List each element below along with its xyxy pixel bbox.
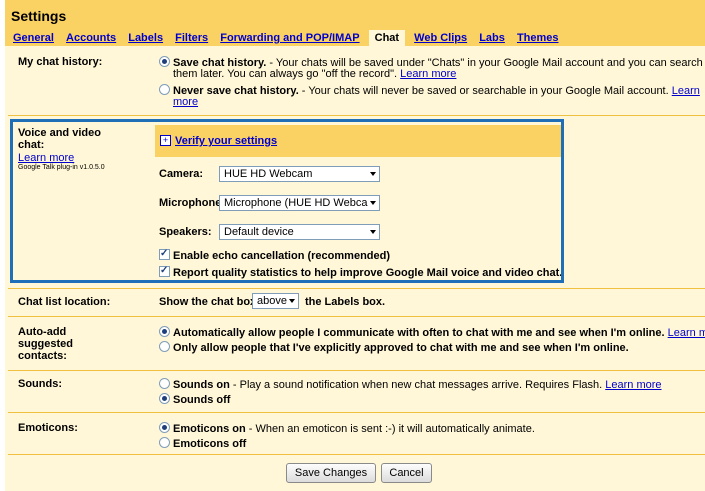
page-title: Settings xyxy=(11,8,67,24)
tab-general[interactable]: General xyxy=(13,32,54,44)
autoadd-only-label: Only allow people that I've explicitly a… xyxy=(173,342,629,354)
divider xyxy=(8,370,705,371)
autoadd-auto-radio[interactable] xyxy=(159,326,170,337)
settings-header: Settings General Accounts Labels Filters… xyxy=(5,0,705,49)
emoticons-off-label: Emoticons off xyxy=(173,438,247,450)
autoadd-only-radio[interactable] xyxy=(159,341,170,352)
never-save-learn-link-2[interactable]: more xyxy=(173,96,198,108)
emoticons-on-desc: - When an emoticon is sent :-) it will a… xyxy=(245,423,535,435)
voice-highlight-box xyxy=(10,119,564,283)
autoadd-label: Auto-add suggested contacts: xyxy=(18,326,73,362)
chatlist-prefix: Show the chat box xyxy=(159,296,257,308)
divider xyxy=(8,316,705,317)
chatlist-label: Chat list location: xyxy=(18,296,111,308)
tab-themes[interactable]: Themes xyxy=(517,32,559,44)
never-save-radio[interactable] xyxy=(159,84,170,95)
tab-labs[interactable]: Labs xyxy=(479,32,505,44)
autoadd-label-line1: Auto-add xyxy=(18,326,67,338)
sounds-learn-more-link[interactable]: Learn more xyxy=(605,379,661,391)
divider xyxy=(8,288,705,289)
autoadd-label-line2: suggested xyxy=(18,338,74,350)
never-save-option[interactable]: Never save chat history. - Your chats wi… xyxy=(159,84,700,97)
never-save-learn-link[interactable]: Learn xyxy=(672,85,700,97)
autoadd-auto-option[interactable]: Automatically allow people I communicate… xyxy=(159,326,705,339)
tab-accounts[interactable]: Accounts xyxy=(66,32,116,44)
cancel-button[interactable]: Cancel xyxy=(381,463,432,483)
autoadd-learn-more-link[interactable]: Learn more xyxy=(668,327,705,339)
divider xyxy=(8,454,705,455)
autoadd-label-line3: contacts: xyxy=(18,350,67,362)
never-save-desc: - Your chats will never be saved or sear… xyxy=(298,85,672,97)
tab-labels[interactable]: Labels xyxy=(128,32,163,44)
tab-forwarding[interactable]: Forwarding and POP/IMAP xyxy=(220,32,359,44)
emoticons-off-radio[interactable] xyxy=(159,437,170,448)
sounds-off-option[interactable]: Sounds off xyxy=(159,393,230,406)
sounds-on-radio[interactable] xyxy=(159,378,170,389)
never-save-learn-cont: more xyxy=(173,96,198,108)
save-history-radio[interactable] xyxy=(159,56,170,67)
chatlist-suffix: the Labels box. xyxy=(305,296,386,308)
autoadd-only-option[interactable]: Only allow people that I've explicitly a… xyxy=(159,341,629,354)
tab-filters[interactable]: Filters xyxy=(175,32,208,44)
save-history-desc-cont: them later. You can always go "off the r… xyxy=(173,68,401,80)
emoticons-label: Emoticons: xyxy=(18,422,78,434)
settings-page: Settings General Accounts Labels Filters… xyxy=(0,0,705,491)
emoticons-on-title: Emoticons on xyxy=(173,423,246,435)
sounds-off-radio[interactable] xyxy=(159,393,170,404)
chatlist-select[interactable]: above xyxy=(252,293,299,309)
autoadd-auto-label: Automatically allow people I communicate… xyxy=(173,327,665,339)
tab-web-clips[interactable]: Web Clips xyxy=(414,32,467,44)
save-history-desc-2: them later. You can always go "off the r… xyxy=(173,68,456,80)
divider xyxy=(8,115,705,116)
history-learn-more-link[interactable]: Learn more xyxy=(400,68,456,80)
sounds-on-desc: - Play a sound notification when new cha… xyxy=(229,379,606,391)
sounds-on-option[interactable]: Sounds on - Play a sound notification wh… xyxy=(159,378,662,391)
chevron-down-icon xyxy=(289,299,295,303)
emoticons-on-option[interactable]: Emoticons on - When an emoticon is sent … xyxy=(159,422,535,435)
sounds-off-label: Sounds off xyxy=(173,394,231,406)
sounds-label: Sounds: xyxy=(18,378,62,390)
divider xyxy=(8,412,705,413)
chatlist-value: above xyxy=(257,295,287,307)
emoticons-off-option[interactable]: Emoticons off xyxy=(159,437,246,450)
sounds-on-title: Sounds on xyxy=(173,379,230,391)
emoticons-on-radio[interactable] xyxy=(159,422,170,433)
history-label: My chat history: xyxy=(18,56,103,68)
save-changes-button[interactable]: Save Changes xyxy=(286,463,376,483)
